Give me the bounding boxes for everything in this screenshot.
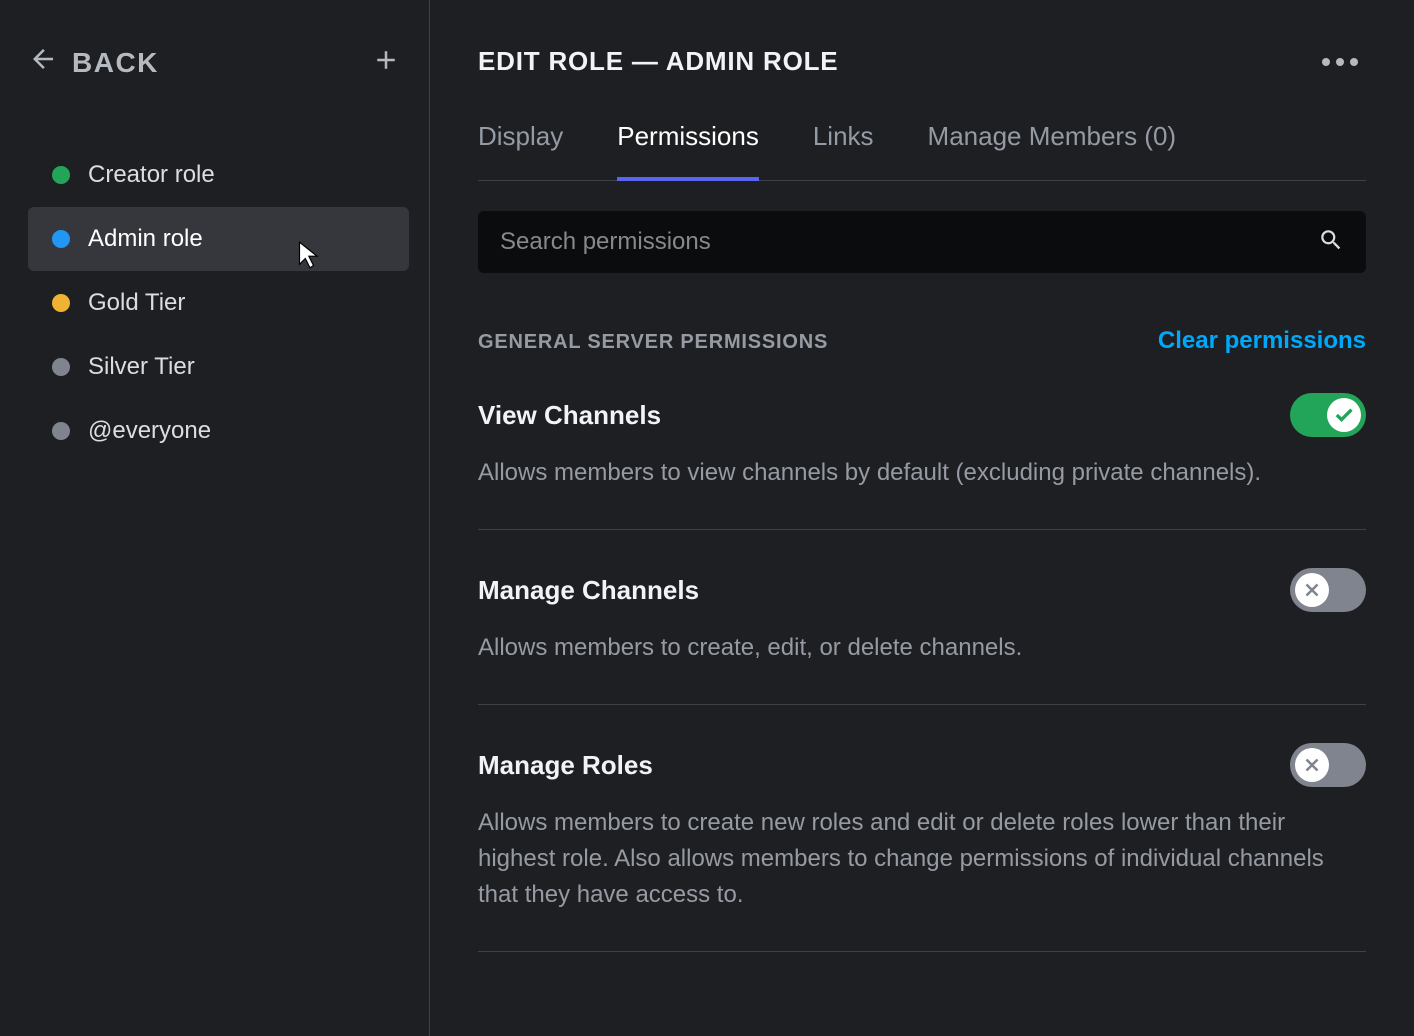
search-permissions-wrap: [478, 211, 1366, 273]
add-role-button[interactable]: [371, 45, 401, 80]
search-permissions-input[interactable]: [500, 228, 1318, 256]
role-item[interactable]: Admin role: [28, 207, 409, 271]
permission-description: Allows members to view channels by defau…: [478, 455, 1366, 491]
more-horizontal-icon: [1322, 58, 1358, 66]
role-color-dot: [52, 166, 70, 184]
permission-description: Allows members to create new roles and e…: [478, 805, 1366, 913]
role-item[interactable]: Gold Tier: [28, 271, 409, 335]
permission-item: View Channels Allows members to view chan…: [478, 355, 1366, 530]
role-color-dot: [52, 294, 70, 312]
x-icon: [1295, 573, 1329, 607]
permission-item: Manage Roles Allows members to create new…: [478, 705, 1366, 952]
permission-row: Manage Roles: [478, 743, 1366, 787]
role-item[interactable]: Silver Tier: [28, 335, 409, 399]
permission-item: Manage Channels Allows members to create,…: [478, 530, 1366, 705]
check-icon: [1327, 398, 1361, 432]
permission-toggle[interactable]: [1290, 568, 1366, 612]
role-label: @everyone: [88, 417, 211, 445]
clear-permissions-link[interactable]: Clear permissions: [1158, 327, 1366, 355]
main-content: EDIT ROLE — ADMIN ROLE Display Permission…: [430, 0, 1414, 1036]
permission-title: View Channels: [478, 400, 661, 431]
arrow-left-icon: [28, 44, 58, 81]
role-label: Creator role: [88, 161, 215, 189]
tab-bar: Display Permissions Links Manage Members (0…: [478, 121, 1366, 181]
page-title: EDIT ROLE — ADMIN ROLE: [478, 46, 838, 77]
permissions-list: View Channels Allows members to view chan…: [478, 355, 1366, 952]
tab[interactable]: Links: [813, 121, 874, 180]
sidebar-header: BACK: [28, 44, 409, 109]
search-icon: [1318, 227, 1344, 258]
x-icon: [1295, 748, 1329, 782]
permission-toggle[interactable]: [1290, 743, 1366, 787]
role-color-dot: [52, 422, 70, 440]
permissions-section-header: GENERAL SERVER PERMISSIONS Clear permiss…: [478, 327, 1366, 355]
permission-title: Manage Channels: [478, 575, 699, 606]
main-header: EDIT ROLE — ADMIN ROLE: [478, 46, 1366, 77]
tab[interactable]: Permissions: [617, 121, 759, 180]
permission-row: View Channels: [478, 393, 1366, 437]
back-button[interactable]: BACK: [28, 44, 159, 81]
permission-toggle[interactable]: [1290, 393, 1366, 437]
role-sidebar: BACK Creator role Admin role Gold Tier Silv…: [0, 0, 430, 1036]
role-item[interactable]: @everyone: [28, 399, 409, 463]
tab[interactable]: Manage Members (0): [928, 121, 1177, 180]
permission-description: Allows members to create, edit, or delet…: [478, 630, 1366, 666]
role-color-dot: [52, 230, 70, 248]
role-item[interactable]: Creator role: [28, 143, 409, 207]
permission-title: Manage Roles: [478, 750, 653, 781]
role-label: Gold Tier: [88, 289, 185, 317]
permission-row: Manage Channels: [478, 568, 1366, 612]
section-title: GENERAL SERVER PERMISSIONS: [478, 331, 828, 354]
role-label: Silver Tier: [88, 353, 195, 381]
more-options-button[interactable]: [1322, 58, 1366, 66]
back-label: BACK: [72, 47, 159, 79]
plus-icon: [371, 62, 401, 79]
role-color-dot: [52, 358, 70, 376]
role-list: Creator role Admin role Gold Tier Silver Ti…: [28, 143, 409, 463]
tab[interactable]: Display: [478, 121, 563, 180]
role-label: Admin role: [88, 225, 203, 253]
